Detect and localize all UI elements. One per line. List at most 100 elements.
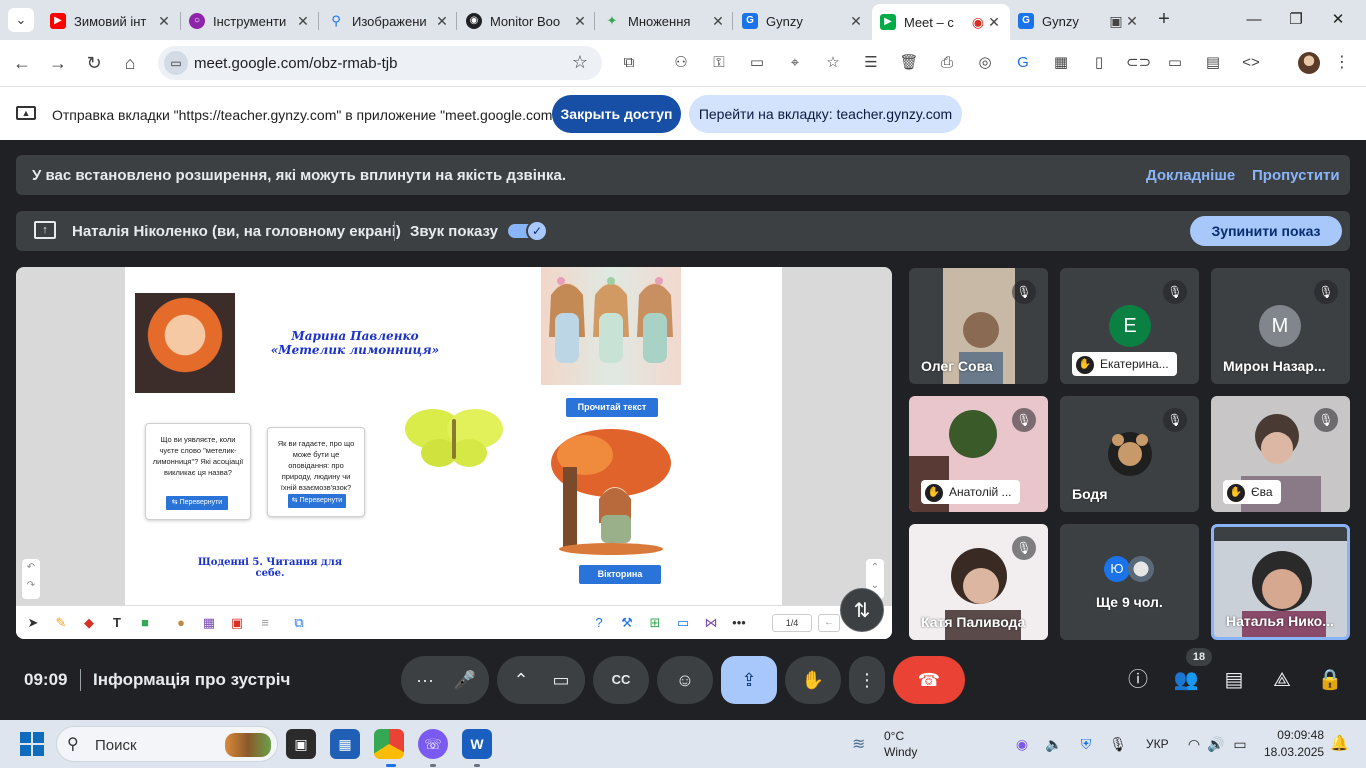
reader-icon[interactable]: ☰ <box>860 52 882 74</box>
skip-link[interactable]: Пропустити <box>1252 167 1340 184</box>
devices-icon[interactable]: ▭ <box>1164 52 1186 74</box>
shield-icon[interactable]: ⛨ <box>1076 734 1096 754</box>
close-icon[interactable]: ✕ <box>986 14 1002 31</box>
participant-tile[interactable]: 🎙 Бодя <box>1060 396 1199 512</box>
undo-redo-controls[interactable]: ↶ ↷ <box>22 559 40 599</box>
present-button[interactable]: ⇪ <box>721 656 777 704</box>
lines-icon[interactable]: ≡ <box>256 614 274 632</box>
tab-monitor[interactable]: ◉ Monitor Boo ✕ <box>458 6 596 36</box>
self-participant-tile[interactable]: Наталья Нико... <box>1211 524 1350 640</box>
flip-button[interactable]: ⇆ Перевернути <box>288 494 346 508</box>
tab-tools[interactable]: ○ Інструменти ✕ <box>181 6 319 36</box>
screenshot-icon[interactable]: ◎ <box>974 52 996 74</box>
close-access-button[interactable]: Закрыть доступ <box>552 95 681 133</box>
close-window-button[interactable]: ✕ <box>1318 8 1358 32</box>
go-to-tab-button[interactable]: Перейти на вкладку: teacher.gynzy.com <box>689 95 962 133</box>
microphone-tray-icon[interactable]: 🎙 <box>1108 734 1128 754</box>
pencil-icon[interactable]: ✎ <box>52 614 70 632</box>
undo-icon[interactable]: ↶ <box>22 559 40 577</box>
share-sound-toggle[interactable]: ✓ <box>508 220 548 242</box>
home-button[interactable]: ⌂ <box>118 51 142 75</box>
microphone-button[interactable]: 🎤 <box>441 656 489 704</box>
close-icon[interactable]: ✕ <box>848 13 864 30</box>
close-icon[interactable]: ✕ <box>1124 13 1140 30</box>
tab-gynzy[interactable]: G Gynzy ✕ <box>734 6 872 36</box>
trash-icon[interactable]: 🗑 <box>898 52 920 74</box>
new-tab-button[interactable]: + <box>1152 8 1176 32</box>
print-icon[interactable]: ⎙ <box>936 52 958 74</box>
location-icon[interactable]: ⌖ <box>784 52 806 74</box>
reactions-button[interactable]: ☺ <box>657 656 713 704</box>
host-controls-icon[interactable]: 🔒 <box>1316 666 1344 694</box>
delete-tool-icon[interactable]: ▣ <box>228 614 246 632</box>
close-icon[interactable]: ✕ <box>572 13 588 30</box>
leave-call-button[interactable]: ☎ <box>893 656 965 704</box>
eraser-icon[interactable]: ◆ <box>80 614 98 632</box>
more-options-icon[interactable]: ••• <box>730 614 748 632</box>
add-slide-icon[interactable]: ⊞ <box>646 614 664 632</box>
more-menu-icon[interactable]: ⋮ <box>1334 52 1350 72</box>
participant-tile[interactable]: 🎙 ✋ Єва <box>1211 396 1350 512</box>
restore-button[interactable]: ❐ <box>1276 8 1316 32</box>
more-options-button[interactable]: ⋮ <box>849 656 885 704</box>
activities-icon[interactable]: ⟁ <box>1268 666 1296 694</box>
volume-icon[interactable]: 🔊 <box>1206 734 1226 754</box>
speaker-icon[interactable]: 🔈 <box>1044 734 1064 754</box>
raise-hand-button[interactable]: ✋ <box>785 656 841 704</box>
question-card-1[interactable]: Що ви уявляєте, коли чуєте слово "метели… <box>145 423 251 520</box>
chrome-icon[interactable] <box>374 729 404 759</box>
captions-button[interactable]: CC <box>593 656 649 704</box>
extension-car-icon[interactable]: ⚇ <box>670 52 692 74</box>
share-icon[interactable]: ⋈ <box>702 614 720 632</box>
store-icon[interactable]: ▦ <box>330 729 360 759</box>
question-card-2[interactable]: Як ви гадаєте, про що може бути це опові… <box>267 427 365 517</box>
info-icon[interactable]: ⓘ <box>1124 666 1152 694</box>
wifi-icon[interactable]: ◠ <box>1184 734 1204 754</box>
qr-code-icon[interactable]: ▦ <box>1050 52 1072 74</box>
participant-tile[interactable]: 🎙 Олег Сова <box>909 268 1048 384</box>
minimize-button[interactable]: — <box>1234 8 1274 32</box>
tab-gynzy-2[interactable]: G Gynzy ▣ ✕ <box>1010 6 1148 36</box>
address-bar[interactable]: ▭ meet.google.com/obz-rmab-tjb ☆ <box>158 46 602 80</box>
extensions-icon[interactable]: ⧉ <box>618 52 640 74</box>
reload-button[interactable]: ↻ <box>82 51 106 75</box>
word-icon[interactable]: W <box>462 729 492 759</box>
camera-icon[interactable]: ▭ <box>164 51 188 75</box>
tab-meet[interactable]: ▶ Meet – с ◉ ✕ <box>872 4 1010 40</box>
star-icon[interactable]: ☆ <box>822 52 844 74</box>
link-icon[interactable]: ⊂⊃ <box>1126 52 1151 74</box>
shapes-icon[interactable]: ■ <box>136 614 154 632</box>
close-icon[interactable]: ✕ <box>295 13 311 30</box>
participant-tile[interactable]: 🎙 ✋ Анатолій ... <box>909 396 1048 512</box>
participant-tile[interactable]: Е 🎙 ✋ Екатерина... <box>1060 268 1199 384</box>
tab-search-button[interactable]: ⌄ <box>8 8 34 32</box>
meeting-info-link[interactable]: Інформація про зустріч <box>93 670 290 690</box>
close-icon[interactable]: ✕ <box>434 13 450 30</box>
back-button[interactable]: ← <box>10 51 34 75</box>
read-text-button[interactable]: Прочитай текст <box>566 398 658 417</box>
page-indicator[interactable]: 1/4 <box>772 614 812 632</box>
flip-button[interactable]: ⇆ Перевернути <box>166 496 228 510</box>
help-icon[interactable]: ? <box>590 614 608 632</box>
tab-images[interactable]: ⚲ Изображени ✕ <box>320 6 458 36</box>
key-icon[interactable]: ⚿ <box>708 52 730 74</box>
code-icon[interactable]: <> <box>1240 52 1262 74</box>
redo-icon[interactable]: ↷ <box>22 577 40 595</box>
camera-button[interactable]: ▭ <box>537 656 585 704</box>
previous-page-button[interactable]: ← <box>818 614 840 632</box>
tab-youtube[interactable]: ▶ Зимовий інт ✕ <box>42 6 180 36</box>
forward-button[interactable]: → <box>46 51 70 75</box>
profile-avatar[interactable] <box>1298 52 1320 74</box>
tools-icon[interactable]: ⚒ <box>618 614 636 632</box>
notification-bell-icon[interactable]: 🔔 <box>1330 734 1349 752</box>
table-icon[interactable]: ▤ <box>1202 52 1224 74</box>
media-icon[interactable]: ▦ <box>200 614 218 632</box>
chat-icon[interactable]: ▤ <box>1220 666 1248 694</box>
book-icon[interactable]: ▯ <box>1088 52 1110 74</box>
bookmark-star-icon[interactable]: ☆ <box>572 52 588 73</box>
chevron-up-icon[interactable]: ⌃ <box>866 559 884 577</box>
clock-date[interactable]: 18.03.2025 <box>1264 745 1324 759</box>
clock-time[interactable]: 09:09:48 <box>1276 728 1324 742</box>
tab-multiply[interactable]: ✦ Множення ✕ <box>596 6 734 36</box>
translate-icon[interactable]: G <box>1012 52 1034 74</box>
